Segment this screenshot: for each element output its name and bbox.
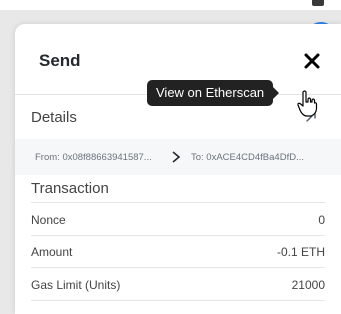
address-bar: From: 0x08f88663941587... To: 0xACE4CD4f… xyxy=(15,139,341,175)
tx-row-gas-limit: Gas Limit (Units) 21000 xyxy=(31,268,325,301)
browser-top-strip xyxy=(0,0,341,10)
to-address[interactable]: To: 0xACE4CD4fBa4DfD... xyxy=(191,152,304,163)
close-button[interactable] xyxy=(303,52,321,70)
send-popup: Send Details From: 0x08f88663941587... T… xyxy=(15,24,341,314)
tx-value: 21000 xyxy=(291,278,325,292)
tx-value: -0.1 ETH xyxy=(276,245,325,259)
from-address[interactable]: From: 0x08f88663941587... xyxy=(35,152,152,163)
tx-row-amount: Amount -0.1 ETH xyxy=(31,235,325,268)
hand-pointer-icon xyxy=(296,90,318,118)
tx-value: 0 xyxy=(318,213,325,227)
browser-tab-indicator xyxy=(312,0,324,6)
page-title: Send xyxy=(39,51,81,70)
chevron-right-icon xyxy=(172,151,181,163)
tx-label: Nonce xyxy=(31,213,66,227)
close-icon xyxy=(304,53,320,69)
etherscan-tooltip: View on Etherscan xyxy=(147,80,280,106)
tx-label: Amount xyxy=(31,245,73,259)
address-arrow xyxy=(169,149,183,165)
details-label: Details xyxy=(31,109,77,126)
tx-label: Gas Limit (Units) xyxy=(31,278,121,292)
transaction-section-title: Transaction xyxy=(31,180,109,197)
tx-row-nonce: Nonce 0 xyxy=(31,202,325,236)
